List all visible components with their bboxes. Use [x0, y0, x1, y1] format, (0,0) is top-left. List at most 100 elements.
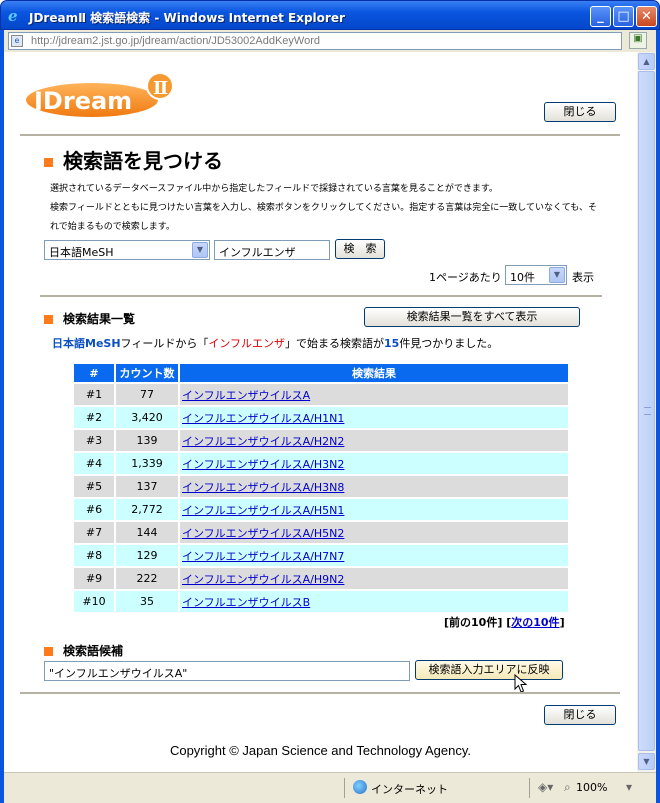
grip-icon	[644, 407, 651, 415]
row-count: 222	[114, 566, 180, 591]
result-link[interactable]: インフルエンザウイルスA/H7N7	[182, 550, 344, 563]
result-link[interactable]: インフルエンザウイルスA/H5N1	[182, 504, 344, 517]
row-number: #6	[72, 497, 116, 522]
protected-mode-icon: ◈▾	[538, 780, 554, 794]
table-row: #1 77 インフルエンザウイルスA	[72, 382, 570, 407]
table-row: #4 1,339 インフルエンザウイルスA/H3N2	[72, 451, 570, 476]
table-row: #8 129 インフルエンザウイルスA/H7N7	[72, 543, 570, 568]
row-number: #3	[72, 428, 116, 453]
row-count: 129	[114, 543, 180, 568]
keyword-input[interactable]: インフルエンザ	[214, 240, 330, 260]
page-icon-right[interactable]: ▣	[629, 32, 647, 49]
row-number: #5	[72, 474, 116, 499]
maximize-button[interactable]: □	[613, 6, 634, 27]
table-row: #5 137 インフルエンザウイルスA/H3N8	[72, 474, 570, 499]
search-button[interactable]: 検 索	[335, 239, 385, 259]
description-line-3: れで始まるもので検索します。	[50, 222, 175, 232]
row-number: #4	[72, 451, 116, 476]
table-row: #2 3,420 インフルエンザウイルスA/H1N1	[72, 405, 570, 430]
table-row: #10 35 インフルエンザウイルスB	[72, 589, 570, 614]
display-label: 表示	[572, 271, 594, 284]
prev-page-label: [前の10件]	[444, 616, 503, 629]
bullet-icon	[44, 315, 53, 324]
row-number: #9	[72, 566, 116, 591]
close-button-bottom[interactable]: 閉じる	[544, 705, 616, 725]
row-count: 144	[114, 520, 180, 545]
row-count: 2,772	[114, 497, 180, 522]
row-number: #7	[72, 520, 116, 545]
row-number: #2	[72, 405, 116, 430]
minimize-button[interactable]: _	[590, 6, 611, 27]
result-link[interactable]: インフルエンザウイルスA	[182, 389, 310, 402]
table-header-row: # カウント数 検索結果	[72, 362, 570, 384]
column-header-result: 検索結果	[178, 362, 570, 384]
chevron-down-icon[interactable]: ▾	[626, 780, 632, 794]
chevron-down-icon[interactable]: ▼	[549, 267, 565, 283]
result-link[interactable]: インフルエンザウイルスA/H5N2	[182, 527, 344, 540]
next-page-link[interactable]: 次の10件	[511, 616, 559, 629]
chevron-down-icon[interactable]: ▼	[192, 242, 208, 258]
results-heading: 検索結果一覧	[44, 310, 135, 327]
row-count: 139	[114, 428, 180, 453]
ie-logo-icon: e	[8, 7, 18, 25]
divider	[20, 134, 620, 136]
row-count: 35	[114, 589, 180, 614]
jdream-logo: JDream Ⅱ	[26, 72, 174, 117]
window-title: JDreamⅡ 検索語検索 - Windows Internet Explore…	[29, 11, 345, 25]
vertical-scrollbar[interactable]: ▲ ▼	[637, 52, 656, 772]
description-line-2: 検索フィールドとともに見つけたい言葉を入力し、検索ボタンをクリックしてください。…	[50, 203, 598, 213]
logo-mark: Ⅱ	[153, 78, 168, 99]
mouse-cursor-icon	[514, 674, 528, 693]
result-link[interactable]: インフルエンザウイルスA/H2N2	[182, 435, 344, 448]
page-content: JDream Ⅱ 閉じる 検索語を見つける 選択されているデータベースファイル中…	[4, 52, 637, 772]
row-count: 1,339	[114, 451, 180, 476]
logo-text: JDream	[32, 87, 132, 115]
per-page-select[interactable]: 10件 ▼	[505, 265, 567, 285]
divider	[40, 295, 602, 297]
close-window-button[interactable]: ✕	[636, 6, 657, 27]
zoom-icon: ⌕	[564, 780, 571, 794]
bullet-icon	[44, 647, 53, 656]
close-button-top[interactable]: 閉じる	[544, 102, 616, 122]
bullet-icon	[44, 158, 53, 167]
row-number: #1	[72, 382, 116, 407]
window-frame-right	[656, 52, 660, 803]
table-row: #7 144 インフルエンザウイルスA/H5N2	[72, 520, 570, 545]
table-row: #9 222 インフルエンザウイルスA/H9N2	[72, 566, 570, 591]
column-header-number: #	[72, 362, 116, 384]
candidate-input[interactable]: "インフルエンザウイルスA"	[44, 661, 410, 681]
security-zone: インターネット	[344, 778, 524, 798]
row-number: #10	[72, 589, 116, 614]
scroll-down-icon[interactable]: ▼	[638, 753, 655, 770]
page-title: 検索語を見つける	[44, 145, 223, 174]
status-bar: インターネット ◈▾ ⌕ 100% ▾	[4, 772, 656, 803]
url-text: http://jdream2.jst.go.jp/jdream/action/J…	[31, 35, 321, 47]
results-summary: 日本語MeSHフィールドから「インフルエンザ」で始まる検索語が15件見つかりまし…	[52, 337, 499, 350]
table-row: #3 139 インフルエンザウイルスA/H2N2	[72, 428, 570, 453]
apply-to-search-button[interactable]: 検索語入力エリアに反映	[415, 660, 563, 680]
row-count: 3,420	[114, 405, 180, 430]
result-link[interactable]: インフルエンザウイルスA/H1N1	[182, 412, 344, 425]
zoom-control[interactable]: ◈▾ ⌕ 100% ▾	[529, 778, 639, 798]
row-number: #8	[72, 543, 116, 568]
result-link[interactable]: インフルエンザウイルスB	[182, 596, 310, 609]
result-link[interactable]: インフルエンザウイルスA/H3N2	[182, 458, 344, 471]
page-icon: e	[11, 35, 23, 47]
column-header-count: カウント数	[114, 362, 180, 384]
per-page-label: 1ページあたり	[429, 271, 502, 284]
globe-icon	[353, 780, 367, 794]
row-count: 77	[114, 382, 180, 407]
window-titlebar: e JDreamⅡ 検索語検索 - Windows Internet Explo…	[0, 0, 660, 30]
scroll-thumb[interactable]	[638, 71, 655, 751]
scroll-up-icon[interactable]: ▲	[638, 53, 655, 70]
results-table: # カウント数 検索結果 #1 77 インフルエンザウイルスA #2 3,420…	[72, 362, 570, 614]
url-field[interactable]: e http://jdream2.jst.go.jp/jdream/action…	[8, 32, 622, 50]
result-link[interactable]: インフルエンザウイルスA/H3N8	[182, 481, 344, 494]
row-count: 137	[114, 474, 180, 499]
divider	[20, 692, 620, 694]
field-select[interactable]: 日本語MeSH ▼	[44, 240, 210, 260]
address-bar: e http://jdream2.jst.go.jp/jdream/action…	[0, 30, 660, 52]
table-row: #6 2,772 インフルエンザウイルスA/H5N1	[72, 497, 570, 522]
show-all-results-button[interactable]: 検索結果一覧をすべて表示	[364, 307, 580, 327]
result-link[interactable]: インフルエンザウイルスA/H9N2	[182, 573, 344, 586]
